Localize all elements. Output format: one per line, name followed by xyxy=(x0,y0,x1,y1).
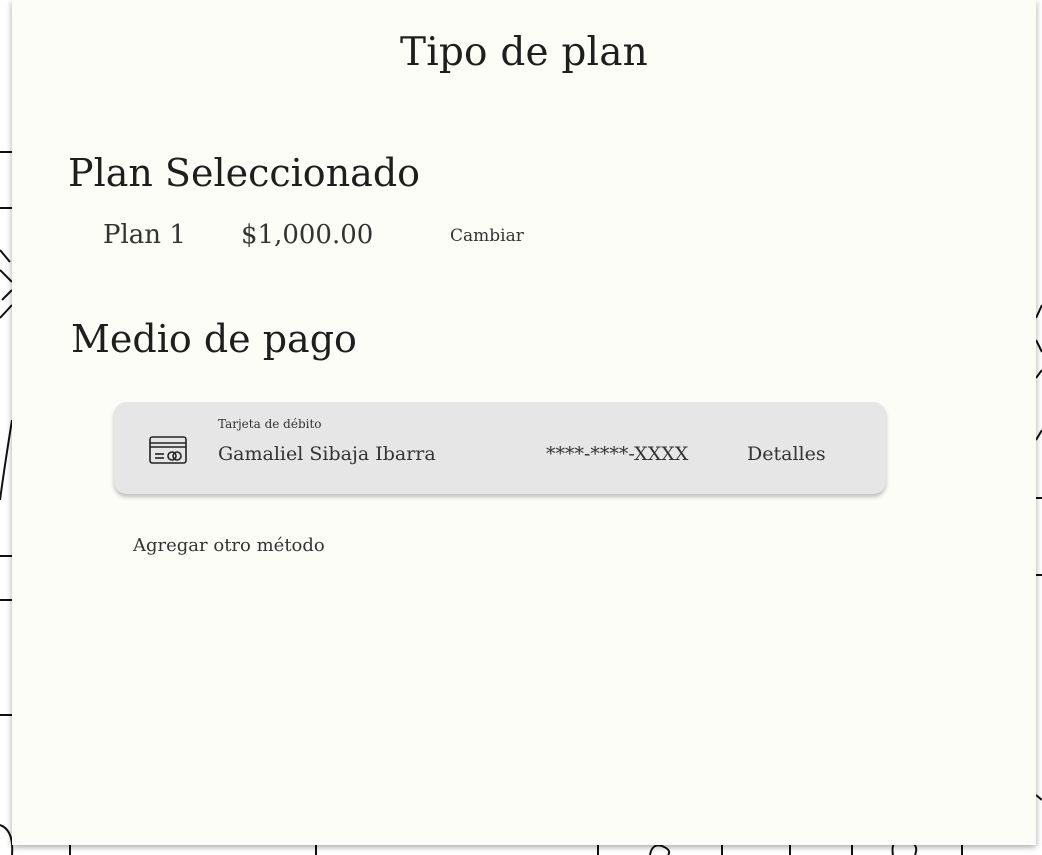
plan-price: $1,000.00 xyxy=(241,220,374,250)
add-payment-method-link[interactable]: Agregar otro método xyxy=(133,535,325,556)
plan-modal: Tipo de plan Plan Seleccionado Plan 1 $1… xyxy=(12,0,1036,845)
credit-card-icon xyxy=(149,436,187,464)
card-type-label: Tarjeta de débito xyxy=(218,417,322,431)
card-details-link[interactable]: Detalles xyxy=(747,443,826,465)
card-holder-name: Gamaliel Sibaja Ibarra xyxy=(218,443,436,465)
payment-method-heading: Medio de pago xyxy=(71,317,357,361)
plan-name: Plan 1 xyxy=(103,220,186,250)
payment-method-item[interactable]: Tarjeta de débito Gamaliel Sibaja Ibarra… xyxy=(114,402,886,494)
selected-plan-heading: Plan Seleccionado xyxy=(68,151,421,195)
card-number: ****-****-XXXX xyxy=(546,443,689,465)
page-title: Tipo de plan xyxy=(400,30,648,75)
change-plan-link[interactable]: Cambiar xyxy=(450,226,524,246)
